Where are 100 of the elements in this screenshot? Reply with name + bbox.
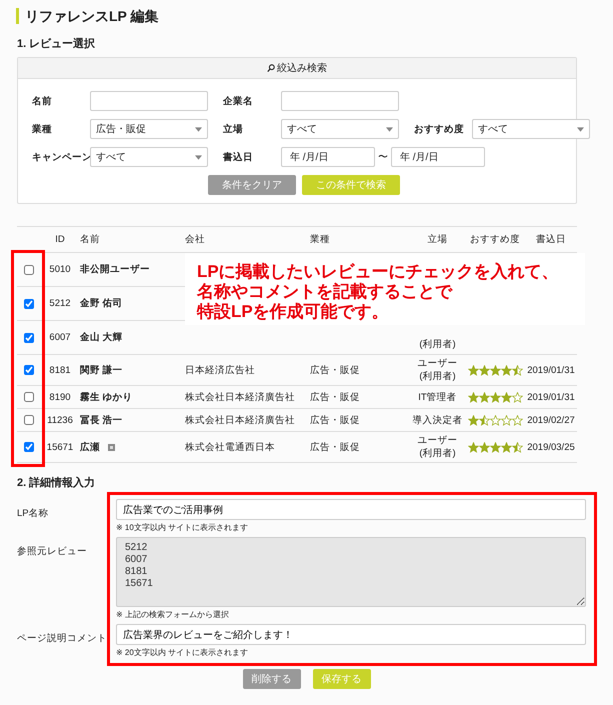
star-icon xyxy=(468,442,478,452)
search-icon xyxy=(267,64,275,72)
column-header: 書込日 xyxy=(536,233,566,246)
row-checkbox[interactable] xyxy=(24,365,34,375)
table-cell: 広告・販促 xyxy=(310,440,360,454)
field-label: 名前 xyxy=(32,94,53,108)
table-cell: 株式会社電通西日本 xyxy=(185,440,275,454)
callout-text: 名称やコメントを記載することで xyxy=(197,282,452,301)
table-cell: ユーザー (利用者) xyxy=(418,357,458,383)
star-icon xyxy=(512,392,522,402)
star-icon xyxy=(478,364,490,376)
table-cell: 8181 xyxy=(49,364,71,376)
star-icon xyxy=(468,364,478,376)
text-field[interactable] xyxy=(281,91,399,111)
row-checkbox[interactable] xyxy=(24,264,34,274)
panel-title: 絞込み検索 xyxy=(277,62,327,75)
star-icon xyxy=(468,414,478,426)
field-label: ページ説明コメント xyxy=(17,633,107,644)
field-note: ※ 上記の検索フォームから選択 xyxy=(116,610,229,620)
star-icon xyxy=(512,364,522,376)
star-icon xyxy=(478,392,490,402)
text-field[interactable]: 広告業でのご活用事例 xyxy=(116,499,586,520)
select-field[interactable]: すべて xyxy=(90,147,208,167)
section-heading: 2. 詳細情報入力 xyxy=(17,476,96,490)
row-checkbox[interactable] xyxy=(24,298,34,308)
column-header: 会社 xyxy=(185,233,205,246)
table-cell: 導入決定者 xyxy=(412,414,462,426)
date-field[interactable]: 年 /月/日 xyxy=(281,147,375,167)
table-cell: ユーザー (利用者) xyxy=(418,434,458,460)
callout-text: LPに掲載したいレビューにチェックを入れて、 xyxy=(197,262,559,281)
table-cell: 2019/03/25 xyxy=(527,442,575,452)
row-checkbox[interactable] xyxy=(24,392,34,402)
text-field[interactable] xyxy=(90,91,208,111)
table-cell: 15671 xyxy=(46,442,74,452)
table-cell: 広告・販促 xyxy=(310,414,360,426)
table-cell: 金山 大輝 xyxy=(80,331,123,344)
caret-icon xyxy=(386,126,393,132)
field-label: おすすめ度 xyxy=(414,122,465,136)
row-checkbox[interactable] xyxy=(24,332,34,342)
table-cell: 広瀬 xyxy=(80,440,100,454)
field-label: 企業名 xyxy=(223,94,254,108)
table-cell: 冨長 浩一 xyxy=(80,414,123,426)
select-field[interactable]: 広告・販促 xyxy=(90,119,208,139)
column-header: 名前 xyxy=(80,233,100,246)
field-label: LP名称 xyxy=(17,508,49,519)
star-icon xyxy=(490,364,500,376)
section-heading: 1. レビュー選択 xyxy=(17,36,96,51)
star-icon xyxy=(512,414,522,426)
star-icon xyxy=(500,392,512,402)
table-cell: 8190 xyxy=(49,392,71,402)
star-icon xyxy=(512,442,522,452)
table-cell: 関野 謙一 xyxy=(80,364,123,376)
date-field[interactable]: 年 /月/日 xyxy=(391,147,485,167)
column-header: 立場 xyxy=(428,233,448,246)
table-cell: 日本経済広告社 xyxy=(185,364,255,376)
table-cell: 霧生 ゆかり xyxy=(80,390,133,404)
table-cell: 6007 xyxy=(49,332,71,343)
caret-icon xyxy=(195,126,202,132)
table-cell: IT管理者 xyxy=(418,390,457,404)
table-cell: 金野 佑司 xyxy=(80,297,123,310)
row-checkbox[interactable] xyxy=(24,442,34,452)
field-label: 参照元レビュー xyxy=(17,546,87,557)
table-cell: 非公開ユーザー xyxy=(80,263,150,276)
star-icon xyxy=(468,392,478,402)
star-icon xyxy=(500,364,512,376)
table-cell: 2019/01/31 xyxy=(527,392,575,402)
table-cell: (利用者) xyxy=(419,338,456,351)
star-icon xyxy=(478,442,490,452)
table-cell: 広告・販促 xyxy=(310,390,360,404)
star-icon xyxy=(490,392,500,402)
text-field[interactable]: 広告業界のレビューをご紹介します！ xyxy=(116,624,586,645)
field-label: 業種 xyxy=(32,122,53,136)
star-icon xyxy=(500,442,512,452)
field-label: 立場 xyxy=(223,122,244,136)
column-header: おすすめ度 xyxy=(470,233,520,246)
column-header: 業種 xyxy=(310,233,330,246)
table-cell: 広告・販促 xyxy=(310,364,360,376)
caret-icon xyxy=(195,154,202,160)
table-cell: 5010 xyxy=(49,264,71,275)
field-note: ※ 10文字以内 サイトに表示されます xyxy=(116,523,248,533)
table-cell: 11236 xyxy=(47,414,73,426)
row-checkbox[interactable] xyxy=(24,415,34,425)
caret-icon xyxy=(577,126,584,132)
table-cell: 株式会社日本経済廣告社 xyxy=(185,390,295,404)
star-icon xyxy=(500,414,512,426)
table-cell: 2019/02/27 xyxy=(527,414,575,426)
field-note: ※ 20文字以内 サイトに表示されます xyxy=(116,648,248,658)
field-label: 書込日 xyxy=(223,150,254,164)
table-cell: 5212 xyxy=(49,298,71,309)
callout-text: 特設LPを作成可能です。 xyxy=(197,302,389,321)
table-cell: 2019/01/31 xyxy=(527,364,575,376)
page-title: リファレンスLP 編集 xyxy=(16,8,159,24)
select-field[interactable]: すべて xyxy=(472,119,590,139)
star-icon xyxy=(490,414,500,426)
range-separator: 〜 xyxy=(378,151,388,164)
select-field[interactable]: すべて xyxy=(281,119,399,139)
table-cell: 株式会社日本経済廣告社 xyxy=(185,414,295,426)
column-header: ID xyxy=(55,234,65,245)
star-icon xyxy=(478,414,490,426)
star-icon xyxy=(490,442,500,452)
